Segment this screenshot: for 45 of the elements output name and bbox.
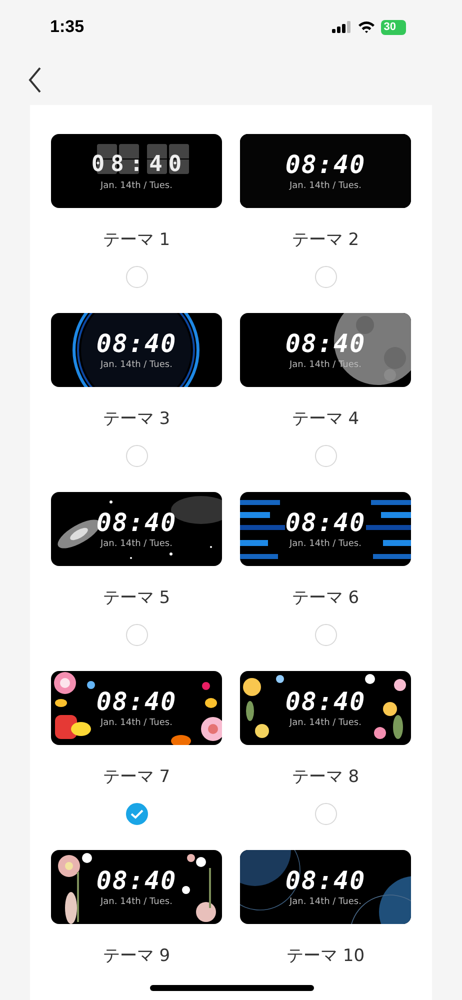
theme-label: テーマ 3 <box>102 408 170 431</box>
battery-level: 30 <box>380 20 406 34</box>
theme-preview[interactable]: 08:40 Jan. 14th / Tues. <box>240 671 411 745</box>
clock-date: Jan. 14th / Tues. <box>100 538 172 550</box>
theme-preview[interactable]: 08:40 Jan. 14th / Tues. <box>51 313 222 387</box>
theme-preview[interactable]: 08:40 Jan. 14th / Tues. <box>240 134 411 208</box>
theme-preview[interactable]: 08:40 Jan. 14th / Tues. <box>51 492 222 566</box>
clock-time: 08:40 <box>90 151 188 179</box>
clock-time: 08:40 <box>285 329 366 359</box>
clock-date: Jan. 14th / Tues. <box>290 538 362 550</box>
theme-preview[interactable]: 08:40 Jan. 14th / Tues. <box>51 134 222 208</box>
radio-button[interactable] <box>126 803 148 825</box>
clock-time: 08:40 <box>96 508 177 538</box>
theme-label: テーマ 9 <box>102 945 170 968</box>
clock-time: 08:40 <box>285 150 366 180</box>
clock-date: Jan. 14th / Tues. <box>100 896 172 908</box>
signal-icon <box>332 21 352 33</box>
theme-preview[interactable]: 08:40 Jan. 14th / Tues. <box>240 850 411 924</box>
clock-time: 08:40 <box>285 508 366 538</box>
checkmark-icon <box>130 809 144 819</box>
clock-date: Jan. 14th / Tues. <box>100 180 172 192</box>
theme-label: テーマ 1 <box>102 229 170 252</box>
clock-date: Jan. 14th / Tues. <box>100 717 172 729</box>
clock-time: 08:40 <box>285 687 366 717</box>
theme-label: テーマ 5 <box>102 587 170 610</box>
clock-time: 08:40 <box>96 329 177 359</box>
theme-preview[interactable]: 08:40 Jan. 14th / Tues. <box>51 671 222 745</box>
status-time: 1:35 <box>50 17 84 37</box>
theme-label: テーマ 8 <box>292 766 360 789</box>
clock-time: 08:40 <box>96 866 177 896</box>
theme-preview[interactable]: 08:40 Jan. 14th / Tues. <box>240 492 411 566</box>
clock-time: 08:40 <box>285 866 366 896</box>
wifi-icon <box>358 21 375 33</box>
theme-label: テーマ 10 <box>286 945 365 968</box>
theme-preview[interactable]: 08:40 Jan. 14th / Tues. <box>51 850 222 924</box>
clock-date: Jan. 14th / Tues. <box>100 359 172 371</box>
theme-label: テーマ 7 <box>102 766 170 789</box>
back-icon[interactable] <box>28 66 42 94</box>
theme-label: テーマ 2 <box>292 229 360 252</box>
clock-date: Jan. 14th / Tues. <box>290 717 362 729</box>
clock-date: Jan. 14th / Tues. <box>290 896 362 908</box>
clock-date: Jan. 14th / Tues. <box>290 180 362 192</box>
clock-time: 08:40 <box>96 687 177 717</box>
theme-label: テーマ 6 <box>292 587 360 610</box>
theme-label: テーマ 4 <box>292 408 360 431</box>
